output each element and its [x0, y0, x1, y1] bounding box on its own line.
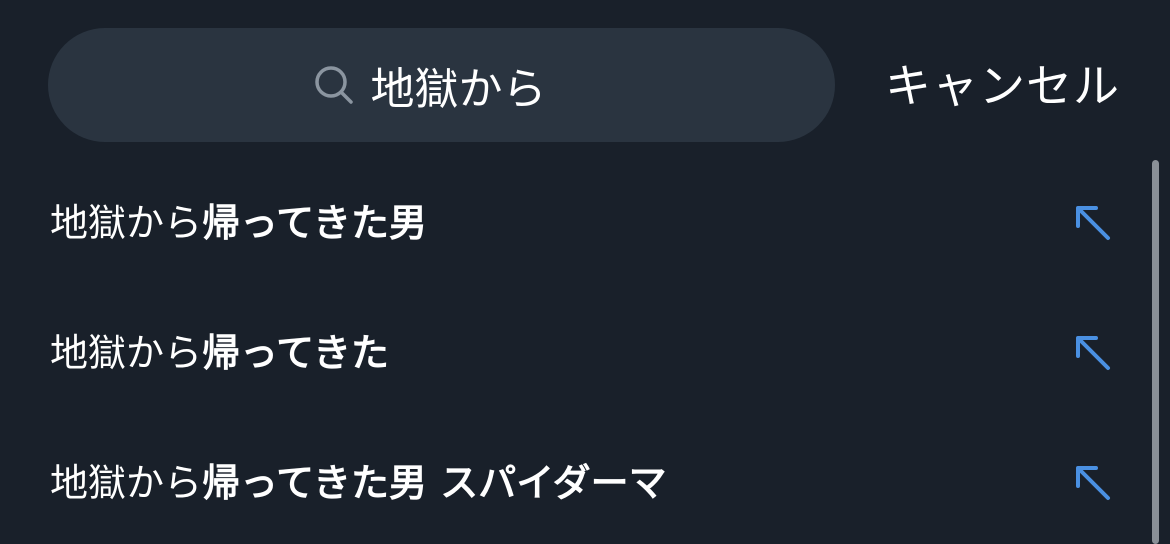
suggestion-item[interactable]: 地獄から帰ってきた男 スパイダーマ — [0, 418, 1150, 544]
suggestion-completion-text: 帰ってきた男 スパイダーマ — [202, 461, 667, 505]
search-icon — [313, 64, 355, 106]
suggestion-text: 地獄から帰ってきた男 スパイダーマ — [50, 459, 667, 507]
suggestion-completion-text: 帰ってきた男 — [202, 201, 427, 245]
suggestion-match-text: 地獄から — [50, 201, 203, 245]
cancel-button[interactable]: キャンセル — [885, 58, 1120, 114]
suggestion-item[interactable]: 地獄から帰ってきた — [0, 288, 1150, 418]
suggestion-list: 地獄から帰ってきた男 地獄から帰ってきた 地獄から帰ってきた男 スパイダーマ — [0, 158, 1150, 544]
arrow-up-left-icon[interactable] — [1072, 202, 1114, 244]
suggestion-item[interactable]: 地獄から帰ってきた男 — [0, 158, 1150, 288]
arrow-up-left-icon[interactable] — [1072, 462, 1114, 504]
suggestion-text: 地獄から帰ってきた — [50, 329, 389, 377]
suggestion-completion-text: 帰ってきた — [202, 331, 389, 375]
search-screen: キャンセル 地獄から帰ってきた男 地獄から帰ってきた 地獄から帰ってきた男 スパ… — [0, 0, 1170, 544]
suggestion-text: 地獄から帰ってきた男 — [50, 199, 427, 247]
search-input[interactable] — [370, 59, 571, 111]
search-bar[interactable] — [48, 28, 835, 142]
arrow-up-left-icon[interactable] — [1072, 332, 1114, 374]
suggestion-match-text: 地獄から — [50, 331, 203, 375]
search-bar-content — [313, 59, 571, 111]
suggestion-match-text: 地獄から — [50, 461, 203, 505]
scrollbar[interactable] — [1152, 160, 1159, 544]
